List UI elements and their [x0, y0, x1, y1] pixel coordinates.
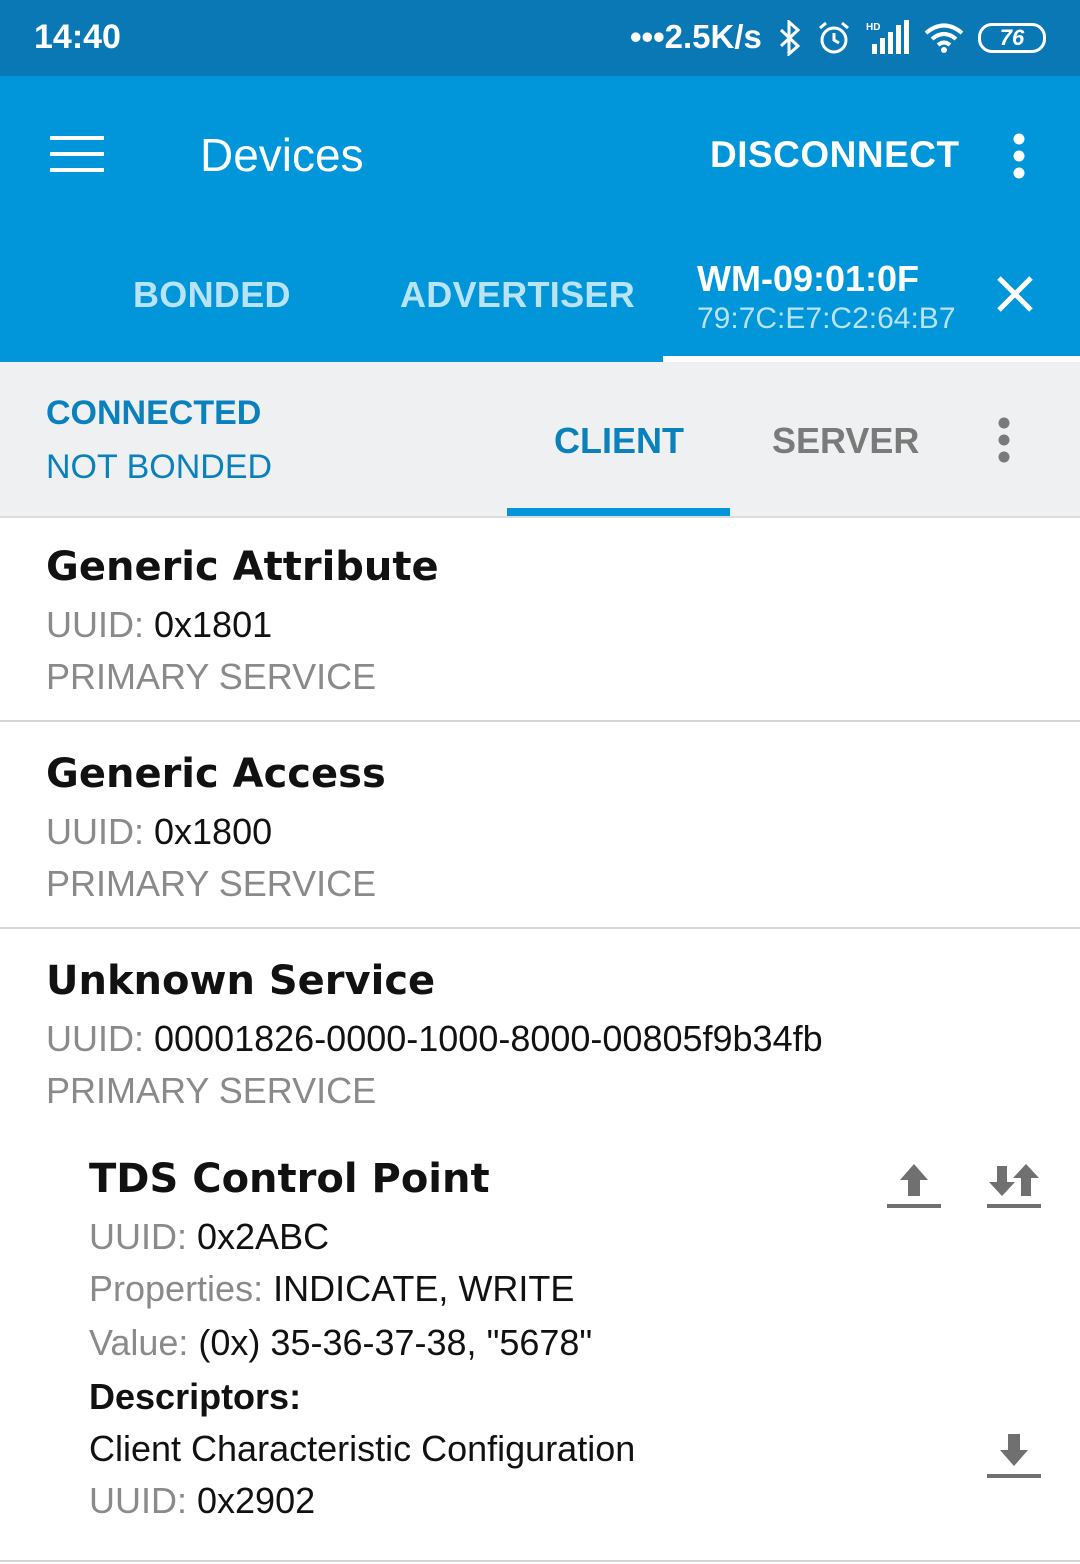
properties-label: Properties:: [89, 1268, 264, 1309]
characteristic-name: TDS Control Point: [89, 1156, 490, 1202]
tab-advertiser[interactable]: ADVERTISER: [400, 274, 635, 316]
disconnect-button[interactable]: DISCONNECT: [710, 134, 960, 176]
service-uuid: UUID: 00001826-0000-1000-8000-00805f9b34…: [46, 1018, 823, 1060]
uuid-value: 0x2902: [197, 1480, 316, 1521]
uuid-label: UUID:: [89, 1216, 187, 1257]
uuid-label: UUID:: [46, 811, 144, 852]
divider: [0, 927, 1080, 929]
bluetooth-icon: [778, 20, 802, 56]
close-icon[interactable]: [991, 270, 1039, 318]
service-item[interactable]: Unknown Service UUID: 00001826-0000-1000…: [0, 934, 1080, 1564]
wifi-icon: [924, 22, 964, 54]
service-type: PRIMARY SERVICE: [46, 1070, 377, 1111]
service-name: Generic Attribute: [46, 544, 439, 590]
status-time: 14:40: [34, 18, 121, 56]
uuid-value: 0x2ABC: [197, 1216, 330, 1257]
status-bar: 14:40 •••2.5K/s HD 76: [0, 0, 1080, 76]
alarm-icon: [816, 20, 852, 56]
descriptor-name: Client Characteristic Configuration: [89, 1428, 636, 1469]
service-uuid: UUID: 0x1801: [46, 604, 272, 646]
uuid-label: UUID:: [89, 1480, 187, 1521]
status-icons: HD 76: [778, 18, 1046, 58]
divider: [0, 1560, 1080, 1562]
bond-state: NOT BONDED: [46, 448, 273, 486]
descriptors-heading: Descriptors:: [89, 1376, 302, 1417]
value-label: Value:: [89, 1322, 189, 1363]
service-uuid: UUID: 0x1800: [46, 811, 272, 853]
signal-icon: HD: [866, 20, 910, 56]
characteristic-item[interactable]: TDS Control Point UUID: 0x2ABC Propertie…: [0, 1142, 1080, 1562]
service-name: Unknown Service: [46, 958, 436, 1004]
app-bar: Devices DISCONNECT BONDED ADVERTISER WM-…: [0, 76, 1080, 362]
tab-client[interactable]: CLIENT: [554, 420, 684, 462]
characteristic-value: Value: (0x) 35-36-37-38, "5678": [89, 1322, 592, 1364]
tab-server[interactable]: SERVER: [772, 420, 919, 462]
properties-value: INDICATE, WRITE: [273, 1268, 575, 1309]
tab-device[interactable]: WM-09:01:0F 79:7C:E7:C2:64:B7: [663, 246, 1080, 362]
more-options-icon[interactable]: [990, 126, 1048, 186]
read-icon[interactable]: [984, 1430, 1044, 1482]
tab-bonded[interactable]: BONDED: [133, 274, 291, 316]
device-name: WM-09:01:0F: [697, 258, 920, 299]
service-type: PRIMARY SERVICE: [46, 863, 377, 904]
indicate-icon[interactable]: [984, 1160, 1044, 1212]
uuid-label: UUID:: [46, 1018, 144, 1059]
service-type: PRIMARY SERVICE: [46, 656, 377, 697]
characteristic-uuid: UUID: 0x2ABC: [89, 1216, 329, 1258]
more-options-icon[interactable]: [984, 414, 1024, 466]
divider: [0, 720, 1080, 722]
write-icon[interactable]: [884, 1160, 944, 1212]
page-title: Devices: [200, 129, 364, 181]
network-speed: •••2.5K/s: [630, 18, 762, 55]
uuid-label: UUID:: [46, 604, 144, 645]
uuid-value: 0x1801: [154, 604, 273, 645]
uuid-value: 0x1800: [154, 811, 273, 852]
service-item[interactable]: Generic Attribute UUID: 0x1801 PRIMARY S…: [0, 520, 1080, 722]
service-item[interactable]: Generic Access UUID: 0x1800 PRIMARY SERV…: [0, 727, 1080, 929]
uuid-value: 00001826-0000-1000-8000-00805f9b34fb: [154, 1018, 823, 1059]
device-address: 79:7C:E7:C2:64:B7: [697, 302, 956, 335]
descriptor-uuid: UUID: 0x2902: [89, 1480, 315, 1522]
menu-icon[interactable]: [40, 122, 114, 186]
characteristic-properties: Properties: INDICATE, WRITE: [89, 1268, 574, 1310]
svg-text:HD: HD: [866, 22, 880, 33]
service-name: Generic Access: [46, 751, 386, 797]
value-text: (0x) 35-36-37-38, "5678": [198, 1322, 593, 1363]
connection-bar: CONNECTED NOT BONDED CLIENT SERVER: [0, 362, 1080, 518]
connection-state: CONNECTED: [46, 394, 262, 432]
tab-indicator: [507, 508, 730, 516]
battery-icon: 76: [978, 23, 1046, 53]
